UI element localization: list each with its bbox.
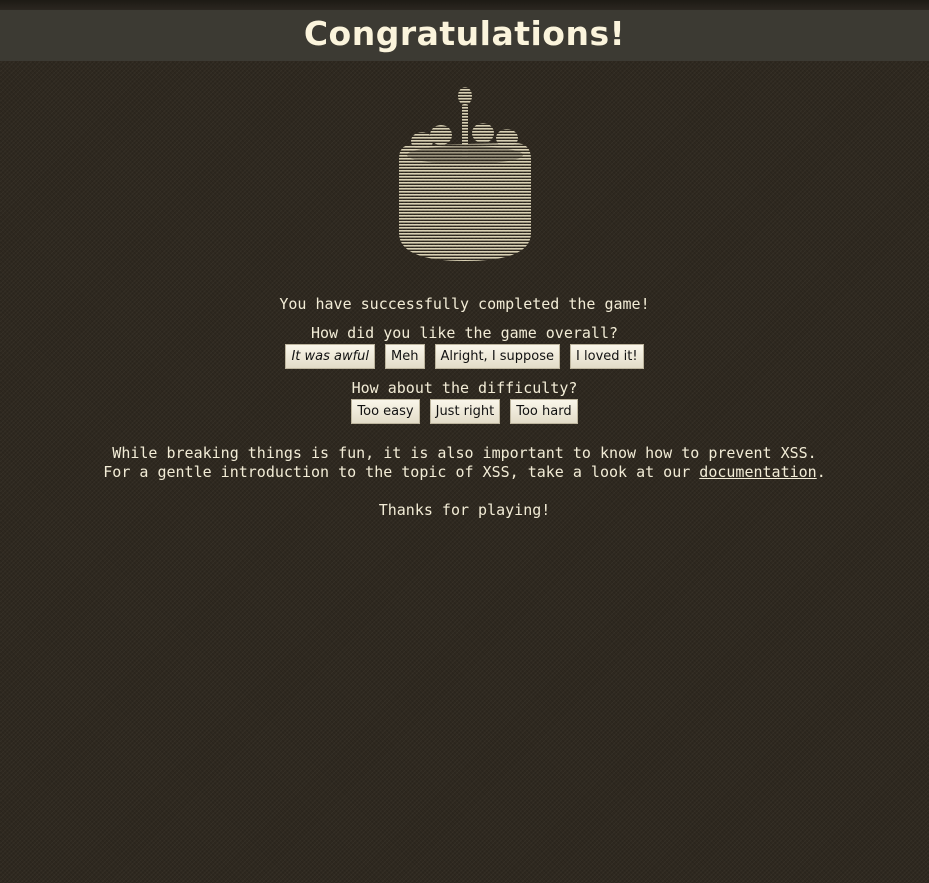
alright-button[interactable]: Alright, I suppose	[434, 344, 561, 369]
info-line-1: While breaking things is fun, it is also…	[112, 444, 817, 462]
too-easy-button[interactable]: Too easy	[351, 399, 420, 424]
main-content: You have successfully completed the game…	[0, 83, 929, 520]
page-title: Congratulations!	[303, 14, 626, 53]
info-line-2-prefix: For a gentle introduction to the topic o…	[103, 463, 700, 481]
too-hard-button[interactable]: Too hard	[510, 399, 578, 424]
cake-image	[0, 83, 929, 265]
just-right-button[interactable]: Just right	[429, 399, 501, 424]
overall-question: How did you like the game overall?	[310, 324, 619, 342]
cake-icon	[398, 87, 531, 261]
info-line-2-suffix: .	[816, 463, 826, 481]
overall-options: It was awful Meh Alright, I suppose I lo…	[0, 344, 929, 369]
difficulty-options: Too easy Just right Too hard	[0, 399, 929, 424]
info-line-2: For a gentle introduction to the topic o…	[0, 463, 929, 482]
top-edge	[0, 0, 929, 10]
completion-message: You have successfully completed the game…	[279, 295, 650, 313]
loved-it-button[interactable]: I loved it!	[570, 344, 644, 369]
page-header: Congratulations!	[0, 10, 929, 61]
xss-info: While breaking things is fun, it is also…	[0, 444, 929, 482]
meh-button[interactable]: Meh	[385, 344, 425, 369]
awful-button[interactable]: It was awful	[285, 344, 376, 369]
documentation-link[interactable]: documentation	[699, 463, 816, 481]
thanks-message: Thanks for playing!	[378, 501, 551, 519]
difficulty-question: How about the difficulty?	[351, 379, 578, 397]
